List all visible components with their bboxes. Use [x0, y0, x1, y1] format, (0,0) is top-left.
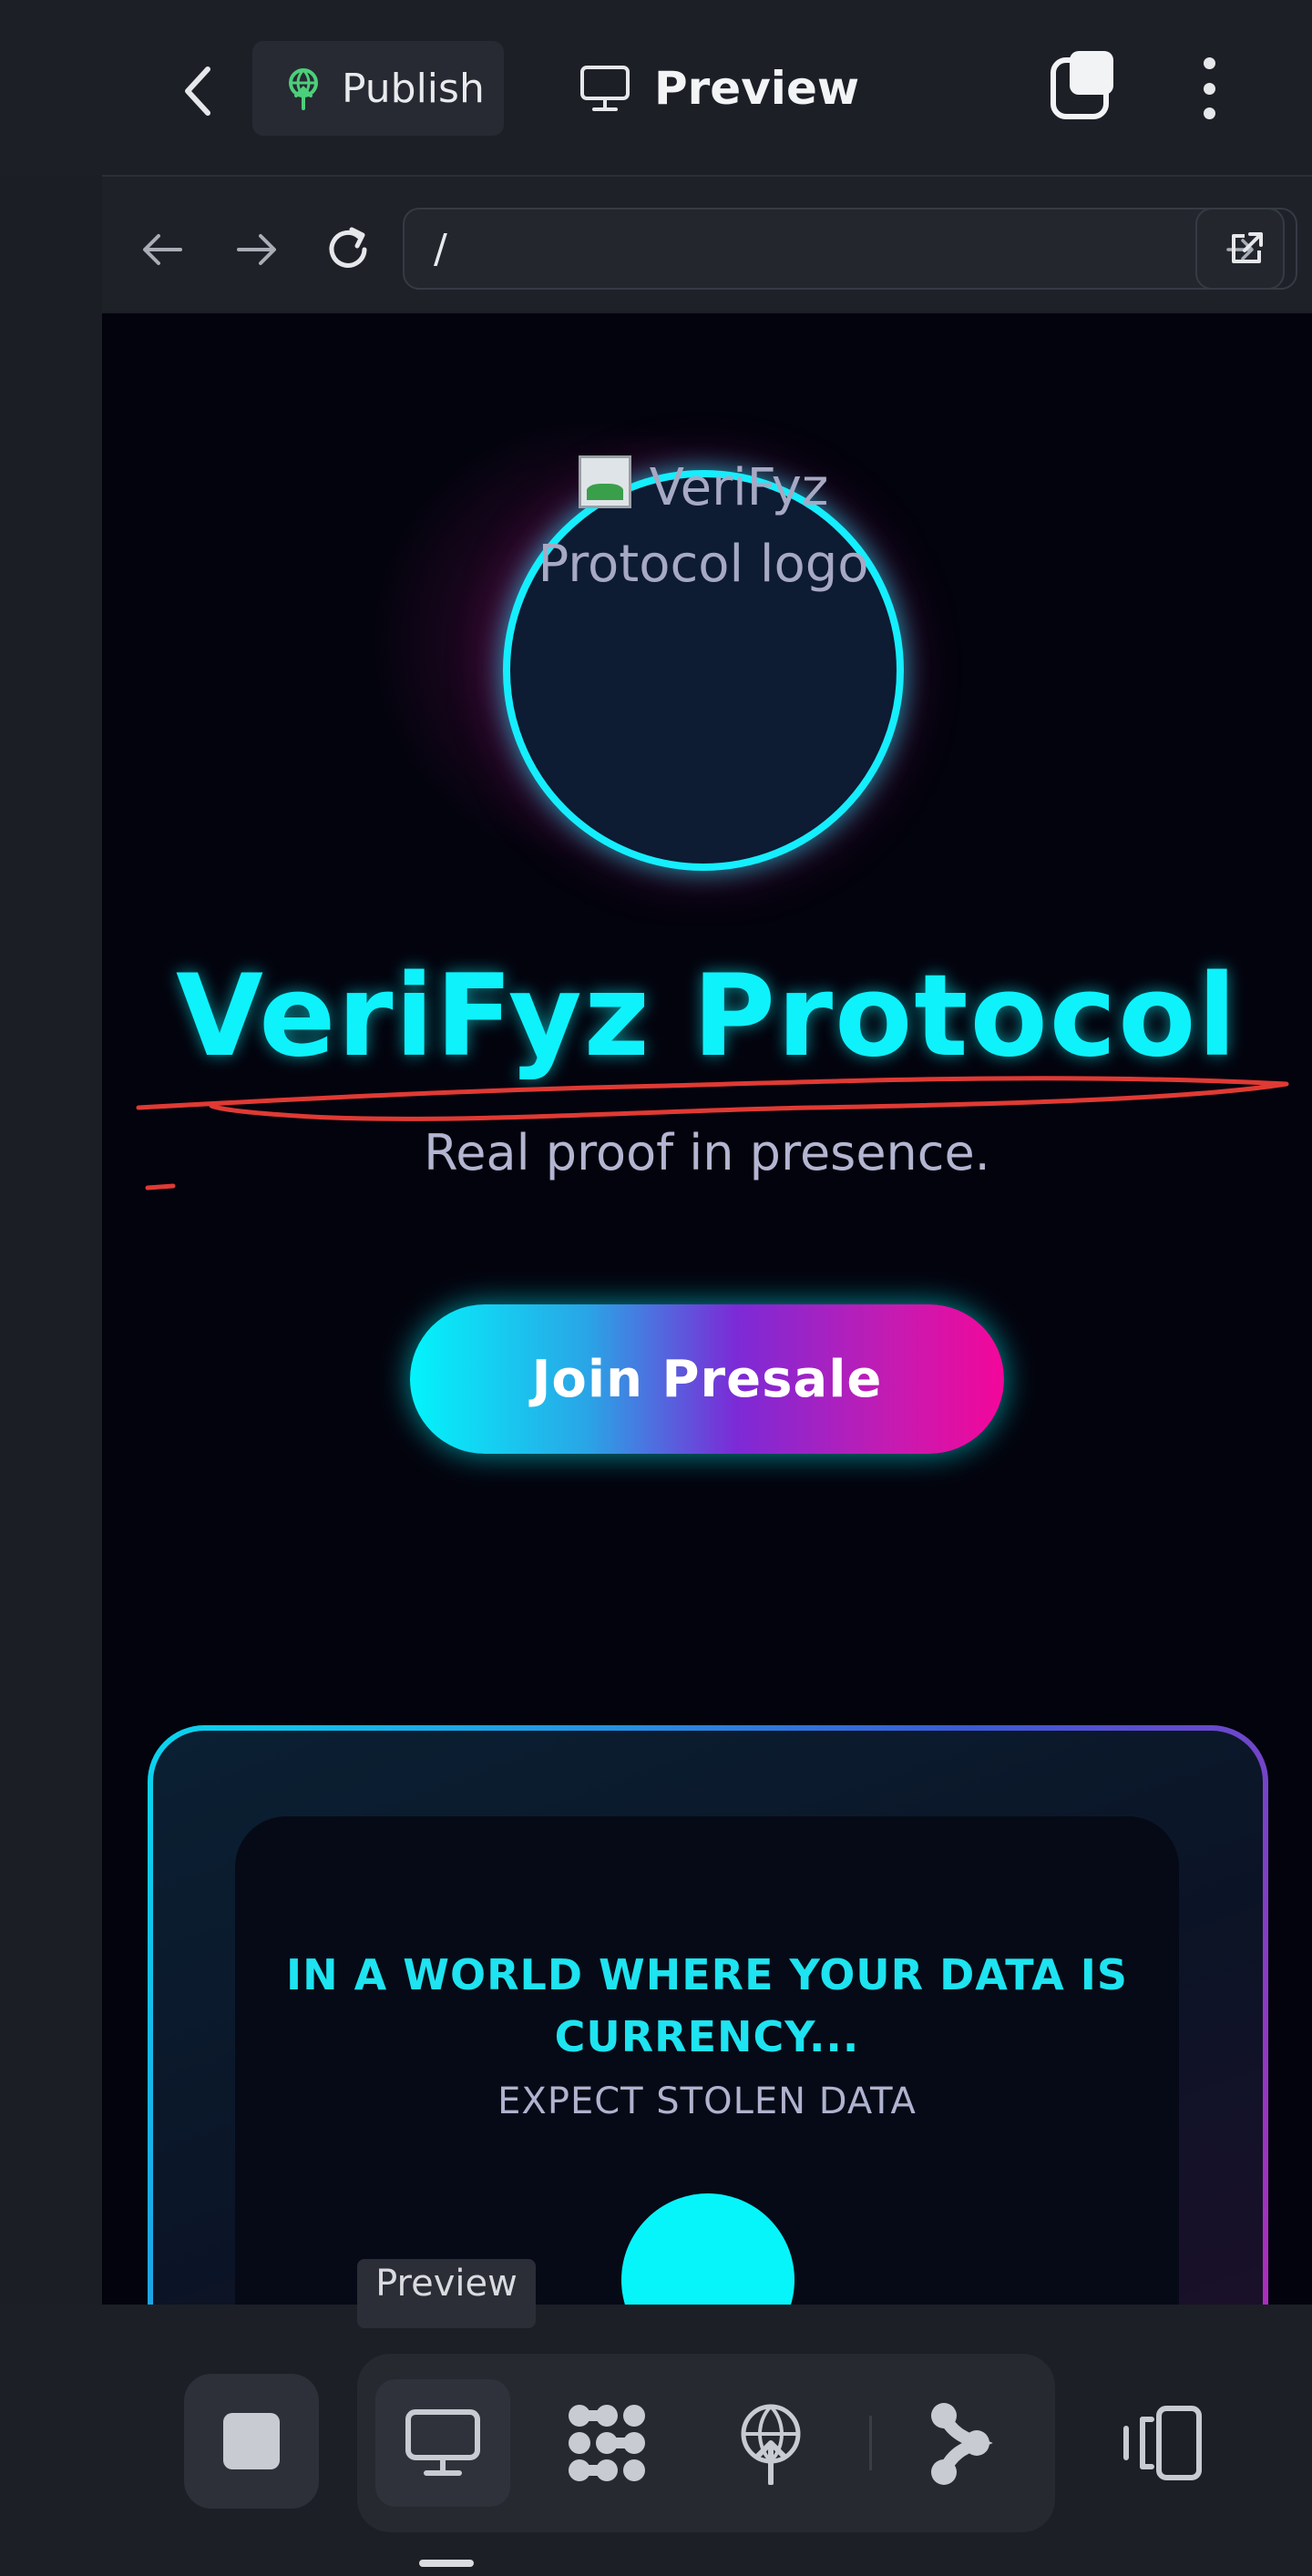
publish-button[interactable]: Publish [252, 41, 504, 136]
preview-tooltip: Preview [357, 2259, 536, 2328]
external-link-icon [1232, 232, 1263, 263]
device-switch-icon[interactable] [1115, 2405, 1206, 2481]
toolbar-divider [869, 2416, 872, 2470]
reload-icon[interactable] [321, 222, 375, 277]
grid-dots-icon [569, 2405, 645, 2481]
card-subheading: EXPECT STOLEN DATA [497, 2080, 917, 2122]
globe-upload-icon [741, 2404, 801, 2485]
url-input[interactable]: / [403, 208, 1285, 290]
share-button[interactable] [893, 2379, 1028, 2507]
card-heading: IN A WORLD WHERE YOUR DATA IS CURRENCY..… [286, 1950, 1128, 2061]
back-button[interactable] [162, 55, 235, 128]
hero-subtitle: Real proof in presence. [424, 1124, 990, 1181]
home-indicator [419, 2560, 474, 2567]
logo-image: VeriFyz Protocol logo [503, 450, 904, 603]
app-bar: Publish Preview [0, 0, 1312, 175]
canvas-mode-button[interactable] [539, 2379, 674, 2507]
broken-image-icon [578, 455, 631, 508]
stop-icon [223, 2413, 280, 2469]
publish-label: Publish [342, 65, 485, 112]
copy-button[interactable] [1048, 47, 1121, 124]
monitor-icon [580, 66, 630, 111]
preview-viewport: VeriFyz Protocol logo VeriFyz Protocol R… [102, 313, 1312, 2305]
arrow-left-icon[interactable] [135, 222, 190, 277]
deploy-mode-button[interactable] [703, 2379, 838, 2507]
broadcast-icon [289, 68, 318, 110]
monitor-icon [405, 2409, 480, 2476]
share-nodes-icon [931, 2403, 993, 2485]
stop-button[interactable] [184, 2374, 319, 2509]
preview-mode-button[interactable] [375, 2379, 510, 2507]
open-external-button[interactable] [1195, 208, 1297, 290]
more-vertical-icon [1203, 57, 1215, 69]
url-text: / [434, 225, 447, 272]
arrow-right-icon[interactable] [230, 222, 284, 277]
preview-tab[interactable]: Preview [579, 41, 859, 136]
preview-label: Preview [654, 62, 860, 115]
browser-bar: / [102, 175, 1312, 312]
copy-icon [1051, 51, 1113, 119]
chevron-left-icon [185, 66, 210, 116]
more-options-button[interactable] [1184, 50, 1234, 127]
mode-switcher [357, 2354, 1055, 2532]
bottom-toolbar: Preview [0, 2259, 1312, 2576]
join-presale-button[interactable]: Join Presale [410, 1304, 1004, 1454]
